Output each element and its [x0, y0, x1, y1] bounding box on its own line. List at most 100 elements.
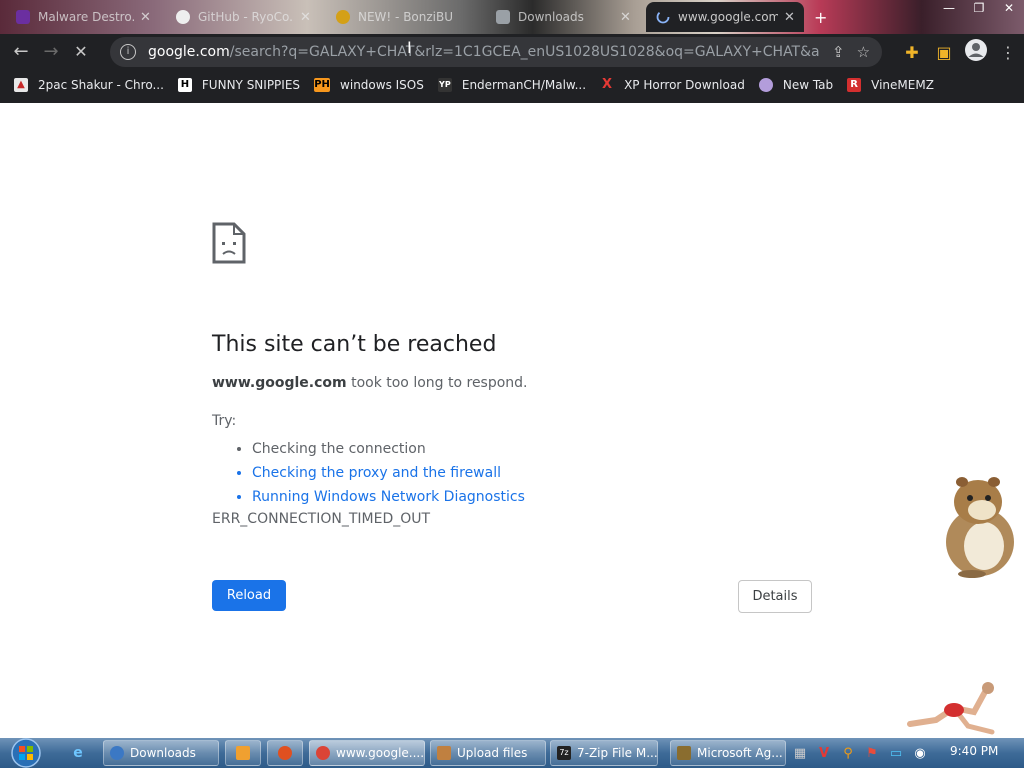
tray-monitor-icon[interactable]: ▭	[884, 746, 908, 761]
side-panel-icon[interactable]: ▣	[928, 43, 960, 62]
paint-icon	[278, 746, 292, 760]
tray-app-icon[interactable]: ▦	[788, 746, 812, 761]
bookmark-favicon-icon: YP	[437, 78, 452, 92]
bookmark-endermanch[interactable]: YP EndermanCH/Malw...	[437, 78, 587, 92]
tray-search-icon[interactable]: ⚲	[836, 746, 860, 761]
window-controls: — ❐ ✕	[934, 0, 1024, 18]
bookmark-label: XP Horror Download	[624, 78, 745, 92]
bookmark-favicon-icon: PH	[314, 78, 331, 92]
taskbar-microsoft-agent[interactable]: Microsoft Ag...	[670, 740, 786, 766]
bookmark-label: EndermanCH/Malw...	[461, 78, 587, 92]
start-button[interactable]	[4, 738, 44, 768]
error-page: This site can’t be reached www.google.co…	[212, 222, 812, 529]
tab-title: GitHub - RyoCo...	[198, 10, 294, 24]
try-label: Try:	[212, 413, 237, 429]
taskbar-label: Microsoft Ag...	[697, 746, 783, 760]
taskbar-7zip[interactable]: 7z 7-Zip File M...	[550, 740, 658, 766]
tray-v-icon[interactable]: V	[812, 746, 836, 761]
bookmark-xp-horror[interactable]: X XP Horror Download	[600, 77, 745, 93]
taskbar-label: www.google....	[336, 746, 425, 760]
bookmark-favicon-icon: R	[847, 78, 862, 92]
bookmark-2pac[interactable]: ▲ 2pac Shakur - Chro...	[14, 78, 164, 92]
tray-flag-icon[interactable]: ⚑	[860, 746, 884, 761]
tray-volume-icon[interactable]: ◉	[908, 746, 932, 761]
bookmark-label: VineMEMZ	[871, 78, 934, 92]
text-cursor-icon: I	[407, 38, 412, 57]
taskbar-label: Upload files	[457, 746, 528, 760]
bookmark-favicon-icon: ▲	[14, 78, 28, 92]
sad-page-icon	[212, 222, 246, 264]
error-host: www.google.com	[212, 375, 347, 391]
windows-taskbar: e Downloads www.google.... Upload files …	[0, 738, 1024, 768]
internet-explorer-icon[interactable]: e	[68, 743, 88, 763]
address-url[interactable]: google.com/search?q=GALAXY+CHAT&rlz=1C1G…	[148, 44, 820, 60]
taskbar-upload-files[interactable]: Upload files	[430, 740, 546, 766]
profile-avatar-icon[interactable]	[960, 39, 992, 65]
tab-bonzibuddy[interactable]: NEW! - BonziBU...	[326, 2, 486, 32]
suggestions-list: Checking the connection Checking the pro…	[212, 437, 812, 509]
dancing-figure-character[interactable]	[902, 680, 1002, 738]
tab-downloads[interactable]: Downloads ✕	[486, 2, 646, 32]
tab-favicon-icon	[16, 10, 30, 24]
share-icon[interactable]: ⇪	[832, 43, 845, 61]
extensions-puzzle-icon[interactable]: ✚	[896, 43, 928, 62]
info-icon[interactable]: i	[120, 44, 136, 60]
star-bookmark-icon[interactable]: ☆	[857, 43, 870, 61]
bookmark-windows-isos[interactable]: PH windows ISOS	[314, 78, 424, 92]
avatar	[965, 39, 987, 61]
stop-loading-icon[interactable]: ✕	[66, 37, 96, 67]
agent-icon	[677, 746, 691, 760]
bookmark-vinememz[interactable]: R VineMEMZ	[847, 78, 934, 92]
tab-google[interactable]: www.google.com ✕	[646, 2, 804, 32]
github-icon	[176, 10, 190, 24]
tab-title: NEW! - BonziBU...	[358, 10, 454, 24]
forward-arrow-icon[interactable]: →	[36, 37, 66, 67]
taskbar-paint[interactable]	[267, 740, 303, 766]
bookmark-favicon-icon: X	[602, 77, 613, 92]
tab-title: Downloads	[518, 10, 584, 24]
hamster-character[interactable]	[932, 474, 1020, 580]
taskbar-media-player[interactable]	[225, 740, 261, 766]
toolbar-actions: ✚ ▣ ⋮	[896, 34, 1024, 70]
tab-github[interactable]: GitHub - RyoCo... ✕	[166, 2, 326, 32]
minimize-icon[interactable]: —	[934, 0, 964, 18]
taskbar-chrome[interactable]: www.google....	[309, 740, 425, 766]
close-icon[interactable]: ✕	[994, 0, 1024, 18]
reload-button[interactable]: Reload	[212, 580, 286, 611]
taskbar-clock[interactable]: 9:40 PM	[950, 744, 998, 758]
plus-icon: +	[814, 7, 828, 27]
bookmark-label: 2pac Shakur - Chro...	[38, 78, 164, 92]
maximize-icon[interactable]: ❐	[964, 0, 994, 18]
error-message-text: took too long to respond.	[346, 375, 528, 391]
suggestion-link-proxy[interactable]: Checking the proxy and the firewall	[252, 461, 812, 485]
media-player-icon	[236, 746, 250, 760]
tab-title: Malware Destro...	[38, 10, 134, 24]
taskbar-label: 7-Zip File M...	[577, 746, 658, 760]
new-tab-button[interactable]: +	[814, 2, 834, 32]
bookmark-favicon-icon	[758, 78, 773, 92]
tab-close-icon[interactable]: ✕	[620, 10, 631, 25]
bookmark-label: New Tab	[782, 78, 834, 92]
error-code: ERR_CONNECTION_TIMED_OUT	[212, 511, 431, 527]
tab-strip: Malware Destro... ✕ GitHub - RyoCo... ✕ …	[0, 0, 1024, 34]
tab-close-icon[interactable]: ✕	[140, 10, 151, 25]
tab-close-icon[interactable]: ✕	[784, 10, 795, 25]
error-title: This site can’t be reached	[212, 332, 497, 357]
tab-favicon-icon	[336, 10, 350, 24]
upload-icon	[437, 746, 451, 760]
address-host: google.com	[148, 44, 230, 60]
taskbar-downloads[interactable]: Downloads	[103, 740, 219, 766]
kebab-menu-icon[interactable]: ⋮	[992, 43, 1024, 62]
tab-malware-destroyer[interactable]: Malware Destro... ✕	[6, 2, 166, 32]
back-arrow-icon[interactable]: ←	[6, 37, 36, 67]
tab-close-icon[interactable]: ✕	[300, 10, 311, 25]
suggestion-item: Checking the connection	[252, 437, 812, 461]
bookmark-label: windows ISOS	[340, 78, 424, 92]
loading-spinner-icon	[656, 10, 670, 24]
details-button[interactable]: Details	[738, 580, 812, 613]
address-bar[interactable]: i google.com/search?q=GALAXY+CHAT&rlz=1C…	[110, 37, 882, 67]
bookmark-new-tab[interactable]: New Tab	[758, 78, 834, 92]
suggestion-link-diagnostics[interactable]: Running Windows Network Diagnostics	[252, 485, 812, 509]
bookmark-funny-snippies[interactable]: H FUNNY SNIPPIES	[177, 78, 300, 92]
browser-toolbar: ← → ✕ i google.com/search?q=GALAXY+CHAT&…	[0, 34, 1024, 70]
